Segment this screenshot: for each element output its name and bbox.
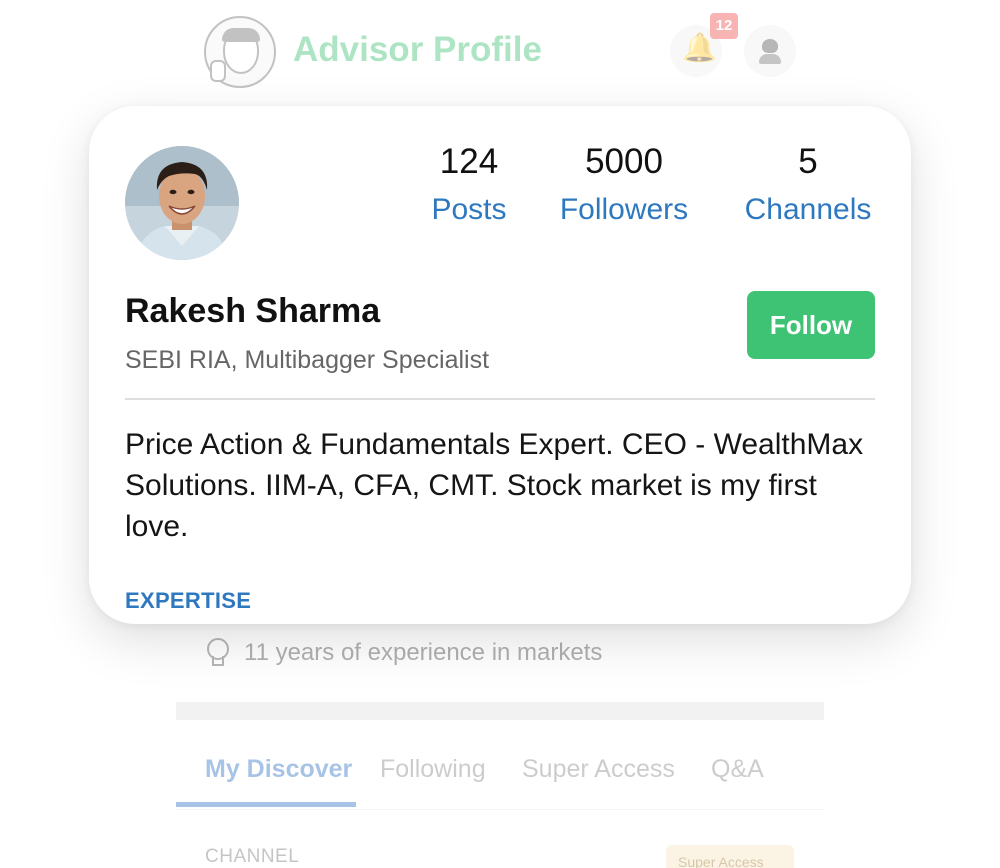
stat-channels[interactable]: 5 Channels [729, 140, 887, 231]
advisor-logo-icon [204, 16, 276, 88]
app-header: Advisor Profile 🔔 12 [176, 0, 824, 105]
channels-count: 5 [798, 142, 818, 181]
experience-text: 11 years of experience in markets [244, 639, 603, 666]
advisor-subtitle: SEBI RIA, Multibagger Specialist [125, 346, 490, 374]
expertise-heading: EXPERTISE [125, 588, 252, 613]
profile-card: 124 Posts 5000 Followers 5 Channels Rake… [89, 106, 911, 624]
user-avatar-icon [762, 39, 778, 53]
notification-count-badge: 12 [710, 13, 738, 39]
stat-posts[interactable]: 124 Posts [404, 140, 534, 231]
advisor-bio: Price Action & Fundamentals Expert. CEO … [125, 428, 864, 543]
followers-label: Followers [559, 193, 689, 226]
posts-count: 124 [439, 142, 499, 181]
super-access-badge: Super Access [666, 845, 794, 868]
follow-button[interactable]: Follow [747, 291, 875, 359]
section-divider [176, 702, 824, 720]
profile-button[interactable] [744, 25, 796, 77]
advisor-avatar[interactable] [125, 146, 239, 260]
stat-followers[interactable]: 5000 Followers [544, 140, 704, 231]
tab-my-discover[interactable]: My Discover [205, 755, 352, 784]
tab-super-access[interactable]: Super Access [522, 755, 675, 784]
card-divider [125, 398, 875, 400]
channel-section-label: CHANNEL [205, 846, 300, 867]
page-title: Advisor Profile [293, 30, 542, 69]
content-tabs: My Discover Following Super Access Q&A [176, 752, 824, 810]
tab-qa[interactable]: Q&A [711, 755, 764, 784]
followers-count: 5000 [585, 142, 663, 181]
posts-label: Posts [431, 193, 507, 226]
active-tab-indicator [176, 802, 356, 807]
tab-following[interactable]: Following [380, 755, 486, 784]
medal-icon [206, 638, 232, 668]
experience-row: 11 years of experience in markets [206, 638, 602, 668]
advisor-name: Rakesh Sharma [125, 292, 381, 330]
channels-label: Channels [744, 193, 872, 226]
